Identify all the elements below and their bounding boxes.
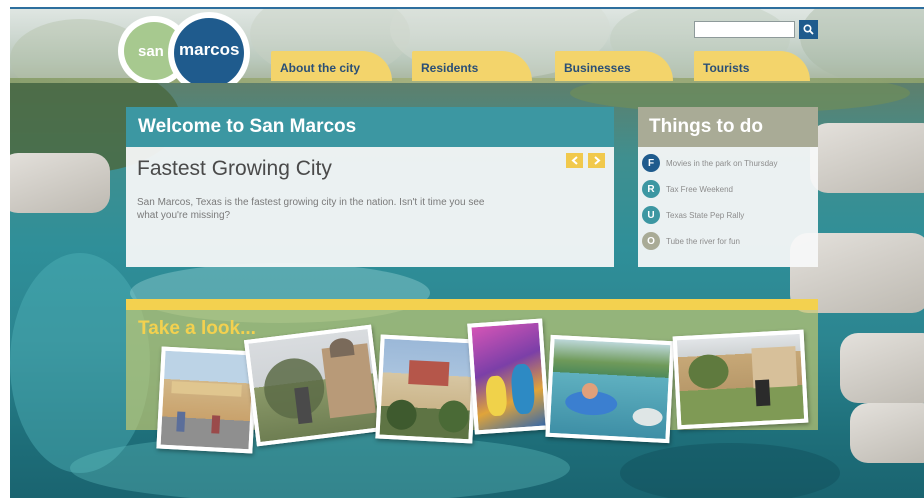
- feature-description: San Marcos, Texas is the fastest growing…: [137, 197, 485, 221]
- photo-costumed-performers[interactable]: [467, 318, 550, 435]
- photo-shopping-outlet[interactable]: [156, 346, 258, 454]
- feature-title: Fastest Growing City: [137, 157, 332, 180]
- event-text: Tube the river for fun: [666, 236, 740, 246]
- logo-word-marcos: marcos: [179, 40, 240, 59]
- things-to-do-header: Things to do: [638, 107, 818, 147]
- tab-label: About the city: [280, 61, 360, 75]
- welcome-feature-panel: Fastest Growing City San Marcos, Texas i…: [126, 147, 614, 267]
- search-input[interactable]: [694, 21, 795, 38]
- tab-businesses[interactable]: Businesses: [555, 51, 673, 81]
- tab-label: Businesses: [564, 61, 631, 75]
- chevron-right-icon: [593, 156, 601, 165]
- tab-tourists[interactable]: Tourists: [694, 51, 810, 81]
- previous-slide-button[interactable]: [566, 153, 583, 168]
- site-logo[interactable]: san marcos: [118, 12, 250, 94]
- chevron-left-icon: [570, 156, 578, 165]
- page: san marcos About the city Residents Busi…: [0, 0, 924, 498]
- event-text: Tax Free Weekend: [666, 184, 733, 194]
- photo-courthouse-statue[interactable]: [243, 324, 385, 447]
- event-item[interactable]: U Texas State Pep Rally: [642, 205, 744, 225]
- take-a-look-heading: Take a look...: [138, 318, 256, 339]
- event-text: Movies in the park on Thursday: [666, 158, 778, 168]
- next-slide-button[interactable]: [588, 153, 605, 168]
- event-badge: R: [642, 180, 660, 198]
- photo-town-square[interactable]: [672, 329, 809, 430]
- tab-label: Tourists: [703, 61, 750, 75]
- event-badge: O: [642, 232, 660, 250]
- logo-word-san: san: [138, 43, 164, 60]
- welcome-heading: Welcome to San Marcos: [138, 116, 357, 137]
- event-badge: U: [642, 206, 660, 224]
- things-to-do-heading: Things to do: [649, 116, 763, 137]
- event-item[interactable]: F Movies in the park on Thursday: [642, 153, 777, 173]
- things-to-do-list: F Movies in the park on Thursday R Tax F…: [638, 147, 818, 267]
- search-button[interactable]: [799, 20, 818, 39]
- event-item[interactable]: O Tube the river for fun: [642, 231, 740, 251]
- event-badge: F: [642, 154, 660, 172]
- event-text: Texas State Pep Rally: [666, 210, 745, 220]
- tab-residents[interactable]: Residents: [412, 51, 532, 81]
- tab-about-the-city[interactable]: About the city: [271, 51, 392, 81]
- photo-university-building[interactable]: [375, 334, 478, 444]
- photo-river-tubing[interactable]: [545, 334, 675, 444]
- welcome-header: Welcome to San Marcos: [126, 107, 614, 147]
- event-item[interactable]: R Tax Free Weekend: [642, 179, 733, 199]
- search-icon: [803, 24, 814, 35]
- tab-label: Residents: [421, 61, 479, 75]
- take-a-look-bar: [126, 299, 818, 310]
